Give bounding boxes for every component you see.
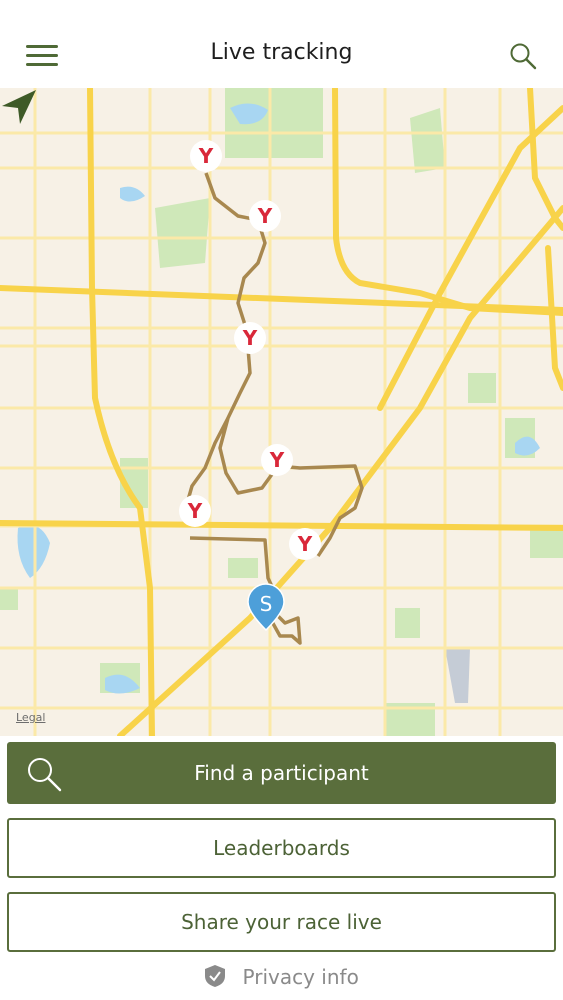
shield-check-icon: [205, 965, 226, 987]
checkpoint-marker[interactable]: Y: [261, 444, 293, 476]
page-title: Live tracking: [210, 40, 353, 65]
svg-text:Y: Y: [198, 144, 214, 168]
leaderboards-label: Leaderboards: [213, 836, 350, 860]
privacy-info-label: Privacy info: [242, 965, 359, 989]
checkpoint-marker[interactable]: Y: [289, 528, 321, 560]
svg-text:Y: Y: [242, 326, 258, 350]
checkpoint-marker[interactable]: Y: [179, 495, 211, 527]
svg-text:Y: Y: [187, 499, 203, 523]
leaderboards-button[interactable]: Leaderboards: [7, 818, 556, 878]
search-icon[interactable]: [509, 42, 537, 70]
checkpoint-marker[interactable]: Y: [190, 140, 222, 172]
map-legal-link[interactable]: Legal: [16, 711, 45, 724]
map-canvas[interactable]: Y Y Y Y Y Y S: [0, 88, 563, 736]
find-participant-button[interactable]: Find a participant: [7, 742, 556, 804]
svg-text:Y: Y: [257, 204, 273, 228]
search-icon: [28, 758, 62, 792]
svg-text:Y: Y: [269, 448, 285, 472]
checkpoint-marker[interactable]: Y: [249, 200, 281, 232]
location-arrow-icon[interactable]: [0, 88, 38, 126]
app-header: Live tracking: [0, 0, 563, 88]
checkpoint-marker[interactable]: Y: [234, 322, 266, 354]
share-race-label: Share your race live: [181, 910, 382, 934]
share-race-button[interactable]: Share your race live: [7, 892, 556, 952]
live-tracking-map[interactable]: Y Y Y Y Y Y S Legal: [0, 88, 563, 736]
privacy-info-link[interactable]: Privacy info: [0, 964, 563, 989]
start-marker-label: S: [260, 592, 273, 616]
svg-text:Y: Y: [297, 532, 313, 556]
start-marker[interactable]: S: [247, 583, 285, 632]
find-participant-label: Find a participant: [194, 761, 369, 785]
